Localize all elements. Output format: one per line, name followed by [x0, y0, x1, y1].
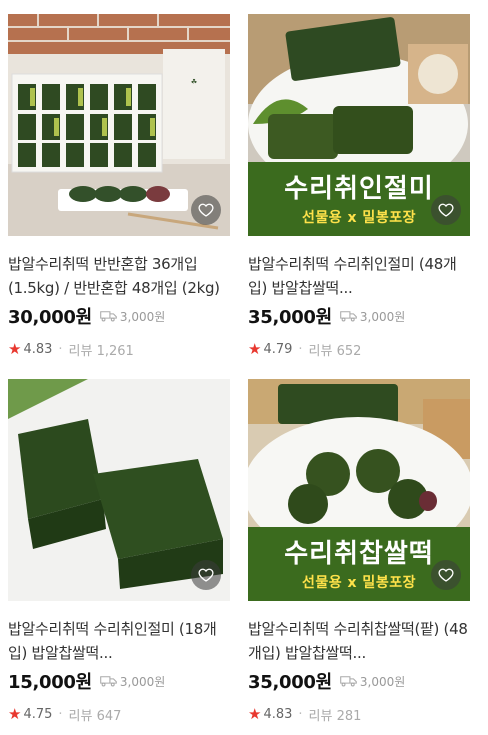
- product-title[interactable]: 밥알수리취떡 반반혼합 36개입 (1.5kg) / 반반혼합 48개입 (2k…: [8, 252, 230, 300]
- product-image[interactable]: 수리취인절미 선물용 x 밀봉포장: [248, 14, 470, 236]
- product-title[interactable]: 밥알수리취떡 수리취인절미 (48개입) 밥알찹쌀떡...: [248, 252, 470, 300]
- product-image[interactable]: ☘: [8, 14, 230, 236]
- wishlist-button[interactable]: [191, 560, 221, 590]
- product-image[interactable]: [8, 379, 230, 601]
- product-grid: ☘ 밥알수리취떡 반반혼합 36개입 (1.5kg) / 반반혼합 48개입 (…: [0, 0, 488, 735]
- heart-outline-icon: [438, 568, 454, 582]
- shipping-fee: 3,000원: [100, 673, 165, 690]
- product-price: 35,000원: [248, 307, 332, 328]
- product-card[interactable]: 밥알수리취떡 수리취인절미 (18개입) 밥알찹쌀떡... 15,000원 3,…: [8, 379, 230, 724]
- shipping-fee: 3,000원: [340, 308, 405, 325]
- product-card[interactable]: ☘ 밥알수리취떡 반반혼합 36개입 (1.5kg) / 반반혼합 48개입 (…: [8, 14, 230, 359]
- truck-icon: [340, 311, 357, 322]
- truck-icon: [340, 676, 357, 687]
- shipping-fee: 3,000원: [100, 308, 165, 325]
- shipping-fee-value: 3,000원: [359, 674, 406, 689]
- product-image[interactable]: 수리취찹쌀떡 선물용 x 밀봉포장: [248, 379, 470, 601]
- heart-outline-icon: [438, 203, 454, 217]
- truck-icon: [100, 676, 117, 687]
- wishlist-button[interactable]: [191, 195, 221, 225]
- price-row: 35,000원 3,000원: [248, 669, 470, 693]
- separator-dot: ·: [58, 342, 63, 357]
- star-icon: ★: [248, 705, 262, 723]
- review-count[interactable]: 리뷰 652: [309, 340, 362, 359]
- rating-value: 4.83: [23, 342, 53, 357]
- star-icon: ★: [8, 705, 22, 723]
- price-row: 30,000원 3,000원: [8, 304, 230, 328]
- product-title[interactable]: 밥알수리취떡 수리취인절미 (18개입) 밥알찹쌀떡...: [8, 617, 230, 665]
- heart-outline-icon: [198, 568, 214, 582]
- truck-icon: [100, 311, 117, 322]
- price-row: 15,000원 3,000원: [8, 669, 230, 693]
- separator-dot: ·: [298, 707, 303, 722]
- wishlist-button[interactable]: [431, 560, 461, 590]
- review-count[interactable]: 리뷰 647: [69, 705, 122, 724]
- product-price: 15,000원: [8, 672, 92, 693]
- wishlist-button[interactable]: [431, 195, 461, 225]
- shipping-fee-value: 3,000원: [359, 309, 406, 324]
- svg-text:☘: ☘: [191, 78, 197, 86]
- product-title[interactable]: 밥알수리취떡 수리취찹쌀떡(팥) (48개입) 밥알찹쌀떡...: [248, 617, 470, 665]
- product-card[interactable]: 수리취인절미 선물용 x 밀봉포장 밥알수리취떡 수리취인절미 (48개입) 밥…: [248, 14, 470, 359]
- rating-row: ★ 4.79 · 리뷰 652: [248, 340, 470, 360]
- rating-value: 4.75: [23, 707, 53, 722]
- rating-row: ★ 4.83 · 리뷰 281: [248, 705, 470, 725]
- shipping-fee-value: 3,000원: [119, 309, 166, 324]
- rating-value: 4.83: [263, 707, 293, 722]
- separator-dot: ·: [58, 707, 63, 722]
- shipping-fee-value: 3,000원: [119, 674, 166, 689]
- separator-dot: ·: [298, 342, 303, 357]
- product-price: 30,000원: [8, 307, 92, 328]
- star-icon: ★: [8, 340, 22, 358]
- shipping-fee: 3,000원: [340, 673, 405, 690]
- rating-value: 4.79: [263, 342, 293, 357]
- product-card[interactable]: 수리취찹쌀떡 선물용 x 밀봉포장 밥알수리취떡 수리취찹쌀떡(팥) (48개입…: [248, 379, 470, 724]
- rating-row: ★ 4.83 · 리뷰 1,261: [8, 340, 230, 360]
- price-row: 35,000원 3,000원: [248, 304, 470, 328]
- product-price: 35,000원: [248, 672, 332, 693]
- rating-row: ★ 4.75 · 리뷰 647: [8, 705, 230, 725]
- review-count[interactable]: 리뷰 281: [309, 705, 362, 724]
- review-count[interactable]: 리뷰 1,261: [69, 340, 134, 359]
- star-icon: ★: [248, 340, 262, 358]
- heart-outline-icon: [198, 203, 214, 217]
